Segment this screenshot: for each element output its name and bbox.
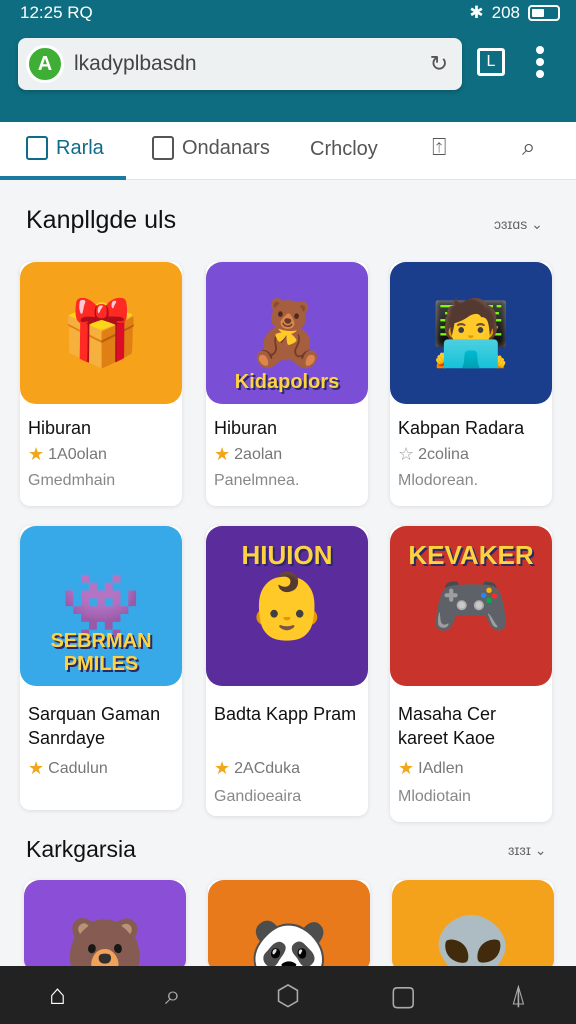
tab-label: Rarla [56,136,104,159]
app-card[interactable]: 👽 [392,880,554,970]
app-thumbnail: 👽 [392,880,554,970]
section-title: Kanpllgde uls [26,206,177,234]
app-rating: ★ 2aolan [214,444,282,465]
app-subtitle: Mlodiotain [398,788,471,805]
thumbnail-text: HIUION [241,540,333,570]
man-with-tablet-icon: 🧑‍💻 [431,296,511,369]
app-card[interactable]: 👾 SEBRMAN PMILES Sarquan Gaman Sanrdaye … [20,526,182,810]
app-thumbnail: 🎮 KEVAKER [390,526,552,686]
app-rating: ★ 1A0olan [28,444,107,465]
app-title: Sarquan Gaman Sanrdaye [28,704,161,748]
see-all-link[interactable]: ɜɪɜɪ ⌄ [508,842,546,859]
section-title: Karkgarsia [26,836,136,862]
url-bar[interactable]: A lkadyplbasdn ↻ [18,38,462,90]
book-icon [26,136,48,160]
app-thumbnail: 🧑‍💻 [390,262,552,404]
rating-text: 1A0olan [48,445,107,463]
tabs-switcher-button[interactable]: L [477,48,505,76]
star-icon: ★ [28,444,45,464]
active-tab-indicator [0,176,126,180]
app-rating: ☆ 2colina [398,444,469,465]
share-icon[interactable]: ⍐ [432,134,446,162]
app-thumbnail: 🧸 Kidapolors [206,262,368,404]
app-card[interactable]: 🐻 [24,880,186,970]
thumbnail-text: Kidapolors [234,371,340,393]
app-subtitle: Panelmnea. [214,472,300,489]
tab-crhcloy[interactable]: Crhcloy [310,138,378,161]
app-card[interactable]: 🎁 Hiburan ★ 1A0olan Gmedmhain [20,262,182,506]
app-subtitle: Mlodorean. [398,472,479,489]
rating-text: 2aolan [234,445,283,463]
browser-logo-icon: A [26,45,64,83]
app-thumbnail: 🐻 [24,880,186,970]
battery-icon [528,5,560,21]
blue-creature-icon: 👽 [433,914,513,971]
search-icon[interactable]: ⌕ [522,134,535,162]
bottom-navigation: ⌂ ⌕ ⬡ ▢ ⍋ [0,966,576,1024]
status-time: 12:25 RQ [20,3,93,22]
app-title: Badta Kapp Pram [214,704,357,724]
bluetooth-icon: ✱ [469,3,484,22]
star-icon: ★ [214,758,231,778]
star-outline-icon: ☆ [398,444,415,464]
see-all-link[interactable]: ɔɜɪɑs ⌄ [494,216,543,233]
app-subtitle: Gandioeaira [214,788,302,805]
tab-ondanars[interactable]: Ondanars [152,136,270,160]
boy-with-gifts-icon: 🎁 [61,296,141,369]
app-rating: ★ Cadulun [28,758,108,779]
hexagon-icon[interactable]: ⬡ [230,966,345,1024]
see-all-label: ɜɪɜɪ [508,842,531,858]
app-subtitle: Gmedmhain [28,472,116,489]
reload-icon[interactable]: ↻ [430,51,448,77]
search-icon[interactable]: ⌕ [115,966,230,1024]
status-icons: ✱ 208 [469,3,560,23]
app-card[interactable]: 🐼 [208,880,370,970]
rating-text: 2ACduka [234,759,300,777]
url-text: lkadyplbasdn [74,52,197,75]
star-icon: ★ [398,758,415,778]
thumbnail-text: SEBRMAN PMILES [50,630,152,675]
tab-rarla[interactable]: Rarla [26,136,104,160]
yellow-bear-icon: 🐻 [65,914,145,971]
pink-bear-gamer-icon: 🐼 [249,914,329,971]
app-thumbnail: 🐼 [208,880,370,970]
tab-label: Crhcloy [310,138,378,160]
app-card[interactable]: 🧸 Kidapolors Hiburan ★ 2aolan Panelmnea. [206,262,368,506]
app-rating: ★ IAdlen [398,758,464,779]
status-right-text: 208 [491,3,520,22]
chevron-down-icon: ⌄ [534,842,547,858]
recent-apps-icon[interactable]: ▢ [346,966,461,1024]
app-title: Hiburan [214,418,278,438]
app-title: Masaha Cer kareet Kaoe [398,704,497,748]
app-card[interactable]: 🎮 KEVAKER Masaha Cer kareet Kaoe ★ IAdle… [390,526,552,822]
chevron-down-icon: ⌄ [531,216,543,232]
thumbnail-text: KEVAKER [408,540,534,570]
rating-text: Cadulun [48,759,108,777]
app-title: Hiburan [28,418,92,438]
star-icon: ★ [214,444,231,464]
home-icon[interactable]: ⌂ [0,966,115,1024]
overflow-menu-button[interactable]: • • • [530,36,550,88]
app-bar: 12:25 RQ ✱ 208 A lkadyplbasdn ↻ L • • • [0,0,576,122]
app-thumbnail: 👾 SEBRMAN PMILES [20,526,182,686]
note-icon [152,136,174,160]
rating-text: 2colina [418,445,469,463]
tab-label: Ondanars [182,136,270,159]
app-thumbnail: 🎁 [20,262,182,404]
profile-icon[interactable]: ⍋ [461,966,576,1024]
app-rating: ★ 2ACduka [214,758,300,779]
app-card[interactable]: 👶 HIUION Badta Kapp Pram ★ 2ACduka Gandi… [206,526,368,816]
app-card[interactable]: 🧑‍💻 Kabpan Radara ☆ 2colina Mlodorean. [390,262,552,506]
see-all-label: ɔɜɪɑs [494,216,528,232]
star-icon: ★ [28,758,45,778]
rating-text: IAdlen [418,759,464,777]
app-thumbnail: 👶 HIUION [206,526,368,686]
status-bar: 12:25 RQ ✱ 208 [0,0,576,26]
app-title: Kabpan Radara [398,418,525,438]
